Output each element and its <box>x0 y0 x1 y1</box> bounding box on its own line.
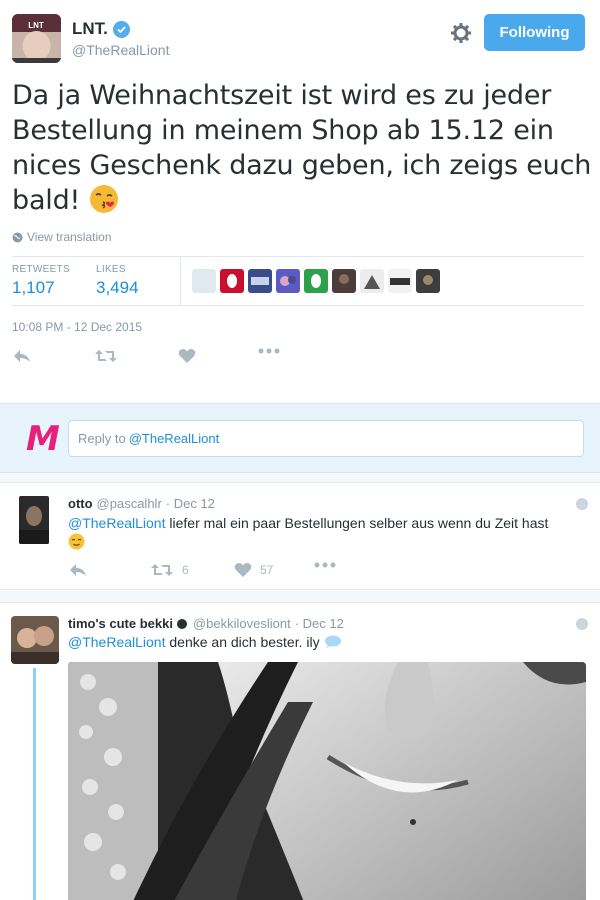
retweets-label: RETWEETS <box>12 264 70 275</box>
smiley-icon <box>176 618 187 629</box>
verified-icon <box>112 20 130 38</box>
liker-avatar[interactable] <box>332 269 356 293</box>
reply-text: @TheRealLiont liefer mal ein paar Bestel… <box>68 514 588 555</box>
section-divider <box>0 591 600 603</box>
liker-avatar[interactable] <box>192 269 216 293</box>
reply-tweet[interactable]: otto @pascalhlr · Dec 12 @TheRealLiont l… <box>0 484 600 590</box>
tweet-stats: RETWEETS 1,107 LIKES 3,494 <box>12 256 584 306</box>
following-button[interactable]: Following <box>484 14 585 51</box>
likes-label: LIKES <box>96 264 126 275</box>
liker-avatar[interactable] <box>360 269 384 293</box>
like-action[interactable]: 57 <box>234 562 273 578</box>
retweet-action[interactable]: 6 <box>150 562 189 578</box>
reply-icon[interactable] <box>12 348 32 364</box>
display-name[interactable]: LNT. <box>72 19 108 39</box>
view-translation-label[interactable]: View translation <box>27 230 112 244</box>
tweet-timestamp[interactable]: 10:08 PM - 12 Dec 2015 <box>12 320 142 334</box>
like-icon[interactable] <box>178 348 196 364</box>
retweet-count: 6 <box>182 563 189 577</box>
liker-avatar[interactable] <box>304 269 328 293</box>
retweet-icon[interactable] <box>150 562 174 578</box>
reply-date[interactable]: · Dec 12 <box>166 496 215 511</box>
retweets-count[interactable]: 1,107 <box>12 278 70 298</box>
attached-photo[interactable] <box>68 662 586 900</box>
reply-author-handle[interactable]: @pascalhlr <box>97 496 162 511</box>
user-logo-icon: M <box>26 419 60 459</box>
globe-icon <box>12 232 23 242</box>
reply-author-name[interactable]: timo's cute bekki <box>68 616 173 631</box>
likes-count[interactable]: 3,494 <box>96 278 139 298</box>
more-icon[interactable] <box>258 348 280 354</box>
reply-author-handle[interactable]: @bekkilovesliont <box>193 616 291 631</box>
reply-avatar[interactable] <box>19 496 49 544</box>
reply-prefix: Reply to <box>78 431 126 446</box>
liker-avatar[interactable] <box>220 269 244 293</box>
retweets-stat[interactable]: RETWEETS 1,107 <box>12 264 70 298</box>
chevron-down-icon[interactable] <box>576 498 588 510</box>
section-divider <box>0 473 600 483</box>
reply-author-name[interactable]: otto <box>68 496 93 511</box>
reply-tweet[interactable]: timo's cute bekki @bekkilovesliont · Dec… <box>0 604 600 900</box>
reply-body: denke an dich bester. ily <box>169 634 320 650</box>
author-name[interactable]: LNT. <box>72 19 130 39</box>
liker-avatar[interactable] <box>416 269 440 293</box>
reply-composer: M Reply to @TheRealLiont <box>0 403 600 473</box>
author-avatar[interactable]: LNT <box>12 14 61 63</box>
liker-avatar[interactable] <box>248 269 272 293</box>
reply-date[interactable]: · Dec 12 <box>295 616 344 631</box>
reply-header: otto @pascalhlr · Dec 12 <box>68 496 215 511</box>
reply-text: @TheRealLiont denke an dich bester. ily <box>68 633 342 654</box>
likers-avatars <box>192 269 440 293</box>
more-icon[interactable] <box>314 562 336 568</box>
speech-bubble-emoji-icon <box>324 635 342 654</box>
kissing-face-emoji-icon <box>89 184 119 214</box>
reply-mention: @TheRealLiont <box>128 431 220 446</box>
tweet-actions <box>12 348 312 372</box>
reply-input[interactable]: Reply to @TheRealLiont <box>68 420 584 457</box>
reply-mention[interactable]: @TheRealLiont <box>68 634 166 650</box>
svg-text:LNT: LNT <box>28 21 44 30</box>
reply-mention[interactable]: @TheRealLiont <box>68 515 166 531</box>
like-count: 57 <box>260 563 274 577</box>
main-tweet: LNT LNT. @TheRealLiont Following Da ja W… <box>0 0 600 400</box>
reply-body: liefer mal ein paar Bestellungen selber … <box>169 515 549 531</box>
likes-stat[interactable]: LIKES 3,494 <box>96 264 139 298</box>
liker-avatar[interactable] <box>276 269 300 293</box>
retweet-icon[interactable] <box>94 348 118 364</box>
liker-avatar[interactable] <box>388 269 412 293</box>
reply-avatar[interactable] <box>11 616 59 664</box>
relieved-face-emoji-icon <box>68 533 85 555</box>
reply-header: timo's cute bekki @bekkilovesliont · Dec… <box>68 616 344 631</box>
reply-icon[interactable] <box>68 562 88 578</box>
thread-line <box>33 668 36 900</box>
like-icon[interactable] <box>234 562 252 578</box>
stats-divider <box>180 257 181 305</box>
author-handle[interactable]: @TheRealLiont <box>72 42 170 58</box>
reply-actions: 6 57 <box>68 562 368 582</box>
gear-icon[interactable] <box>450 22 472 44</box>
view-translation-link[interactable]: View translation <box>12 230 112 244</box>
tweet-text: Da ja Weihnachtszeit ist wird es zu jede… <box>12 78 592 218</box>
chevron-down-icon[interactable] <box>576 618 588 630</box>
